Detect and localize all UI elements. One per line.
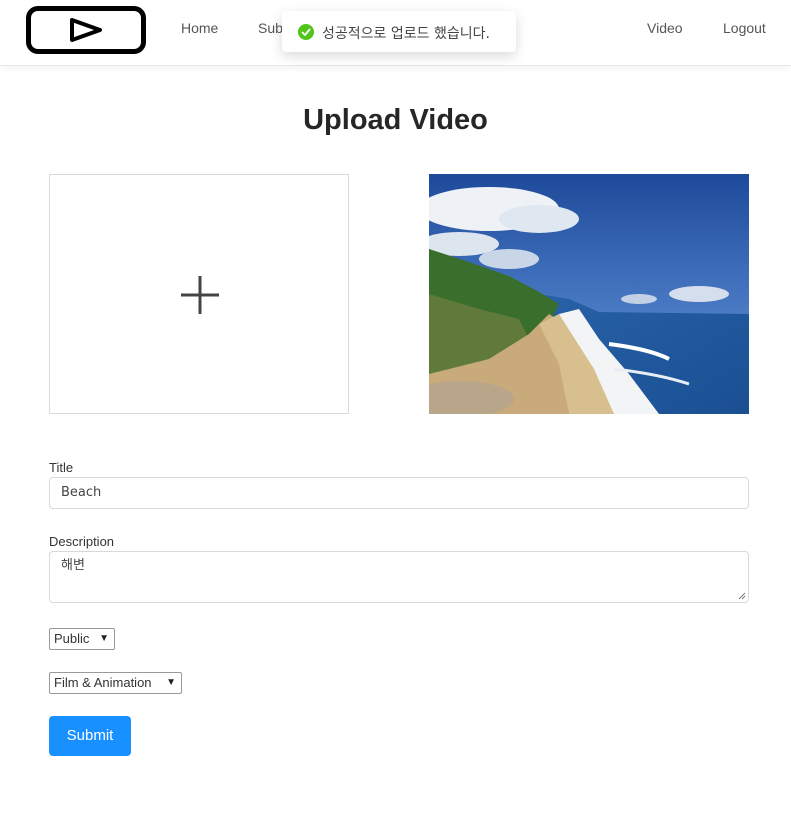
nav-video[interactable]: Video xyxy=(647,20,683,36)
nav-logout[interactable]: Logout xyxy=(723,20,766,36)
video-thumbnail xyxy=(429,174,749,414)
resize-handle-icon[interactable] xyxy=(738,592,746,600)
nav-subscription[interactable]: Sub xyxy=(258,20,283,36)
submit-button[interactable]: Submit xyxy=(49,716,131,756)
privacy-select-value: Public xyxy=(54,631,90,646)
dropdown-arrow-icon: ▼ xyxy=(166,677,176,688)
beach-image xyxy=(429,174,749,414)
description-label: Description xyxy=(49,534,115,549)
video-dropzone[interactable] xyxy=(49,174,349,414)
dropdown-arrow-icon: ▼ xyxy=(99,633,109,644)
toast-message: 성공적으로 업로드 했습니다. xyxy=(322,26,490,42)
privacy-select[interactable]: Public ▼ xyxy=(49,628,115,650)
play-icon xyxy=(70,18,102,42)
description-text: 해변 xyxy=(61,558,85,573)
success-toast: 성공적으로 업로드 했습니다. xyxy=(282,11,516,52)
category-select-value: Film & Animation xyxy=(54,675,152,690)
check-circle-icon xyxy=(298,24,314,40)
category-select[interactable]: Film & Animation ▼ xyxy=(49,672,182,694)
page-title: Upload Video xyxy=(303,104,488,136)
nav-home[interactable]: Home xyxy=(181,20,218,36)
title-label: Title xyxy=(49,460,74,475)
plus-icon xyxy=(181,276,219,314)
title-input[interactable]: Beach xyxy=(49,477,749,509)
logo[interactable] xyxy=(26,6,146,54)
description-textarea[interactable]: 해변 xyxy=(49,551,749,603)
